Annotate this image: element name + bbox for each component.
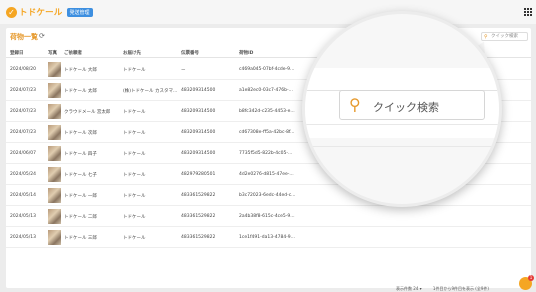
column-header[interactable]: 荷物ID [239,50,253,56]
parcel-photo[interactable] [48,83,61,98]
parcel-photo[interactable] [48,146,61,161]
cell-destination: トドケール [123,173,146,178]
parcel-photo[interactable] [48,188,61,203]
notification-badge: 1 [528,275,534,281]
cell-destination: トドケール [123,236,146,241]
cell-parcel-id: c469a045-07bf-4cde-9... [239,67,295,72]
cell-date: 2024/07/23 [10,130,36,135]
page-title: 荷物一覧 [10,33,38,41]
cell-destination: トドケール [123,215,146,220]
cell-date: 2024/07/23 [10,88,36,93]
cell-sender: トドケール 三郎 [64,236,97,241]
cell-date: 2024/08/20 [10,67,36,72]
cell-parcel-id: 4d2e0276-d815-47ee-... [239,172,294,177]
cell-sender: トドケール 次郎 [64,131,97,136]
cell-tracking: 483209314500 [181,88,216,93]
column-header[interactable]: お届け先 [123,50,141,56]
cell-tracking: 483209314500 [181,109,216,114]
pagination: 表示件数 24 ▾ 1件目から9件目を表示 (全9件) [396,286,489,292]
quick-search-input[interactable]: ⚲ クイック検索 [481,32,528,41]
cell-destination: トドケール [123,131,146,136]
cell-destination: トドケール [123,110,146,115]
cell-parcel-id: a1e82ec0-03c7-476b-... [239,88,293,93]
app-logo[interactable]: ✓ トドケール 発送管理 [6,5,93,19]
parcel-photo[interactable] [48,104,61,119]
cell-tracking: 483361529822 [181,214,216,219]
cell-tracking: 483209314500 [181,130,216,135]
cell-parcel-id: 2a4b38f8-615c-4ce5-9... [239,214,295,219]
cell-date: 2024/05/24 [10,172,36,177]
column-header[interactable]: 伝票番号 [181,50,199,56]
parcel-photo[interactable] [48,167,61,182]
parcel-photo[interactable] [48,125,61,140]
logo-text: トドケール [19,8,63,18]
cell-sender: トドケール 二郎 [64,215,97,220]
top-bar: ✓ トドケール 発送管理 [0,0,536,24]
service-badge: 発送管理 [66,7,93,17]
apps-grid-icon[interactable] [524,8,532,16]
cell-parcel-id: cd67308e-ff5a-42bc-8f... [239,130,295,135]
cell-parcel-id: b8fc342d-c235-4453-e... [239,109,295,114]
quick-search-input-zoomed[interactable]: ⚲ クイック検索 [339,90,485,120]
cell-tracking: 483209314500 [181,151,216,156]
refresh-icon[interactable]: ⟳ [39,32,45,40]
parcel-photo[interactable] [48,62,61,77]
table-row[interactable]: 2024/05/13 トドケール 二郎 トドケール 483361529822 2… [6,206,531,227]
cell-date: 2024/05/14 [10,193,36,198]
cell-parcel-id: 1ce1f491-da13-4784-9... [239,235,295,240]
cell-date: 2024/07/23 [10,109,36,114]
cell-date: 2024/06/07 [10,151,36,156]
search-placeholder: クイック検索 [491,34,518,39]
cell-parcel-id: 7735f5d5-822b-4c05-... [239,151,293,156]
cell-sender: トドケール 四子 [64,152,97,157]
zoom-callout: ⚲ クイック検索 [302,11,502,207]
cell-tracking: 483361529822 [181,193,216,198]
search-icon: ⚲ [349,95,361,114]
cell-sender: トドケール 七子 [64,173,97,178]
cell-sender: クラウドメール 宮太郎 [64,110,111,115]
cell-tracking: ー [181,68,186,73]
parcel-photo[interactable] [48,209,61,224]
cell-parcel-id: b3c72023-6edc-44ed-c... [239,193,296,198]
cell-tracking: 483361529822 [181,235,216,240]
column-header[interactable]: 登録日 [10,50,24,56]
search-icon: ⚲ [484,34,488,40]
search-placeholder: クイック検索 [373,101,439,114]
per-page-select[interactable]: 表示件数 24 ▾ [396,286,422,291]
cell-date: 2024/05/13 [10,214,36,219]
table-row[interactable]: 2024/05/13 トドケール 三郎 トドケール 483361529822 1… [6,227,531,248]
cell-sender: トドケール 一郎 [64,194,97,199]
divider [305,146,499,147]
logo-icon: ✓ [6,6,17,18]
cell-destination: トドケール [123,194,146,199]
cell-destination: トドケール [123,152,146,157]
divider [305,124,499,125]
cell-tracking: 482979280501 [181,172,216,177]
cell-sender: トドケール 大郎 [64,68,97,73]
result-range: 1件目から9件目を表示 (全9件) [432,286,489,291]
column-header[interactable]: 写真 [48,50,57,56]
cell-destination: (株)トドケール カスタマ... [123,89,178,94]
column-header[interactable]: ご依頼者 [64,50,82,56]
cell-destination: トドケール [123,68,146,73]
parcel-photo[interactable] [48,230,61,245]
cell-sender: トドケール 太郎 [64,89,97,94]
cell-date: 2024/05/13 [10,235,36,240]
